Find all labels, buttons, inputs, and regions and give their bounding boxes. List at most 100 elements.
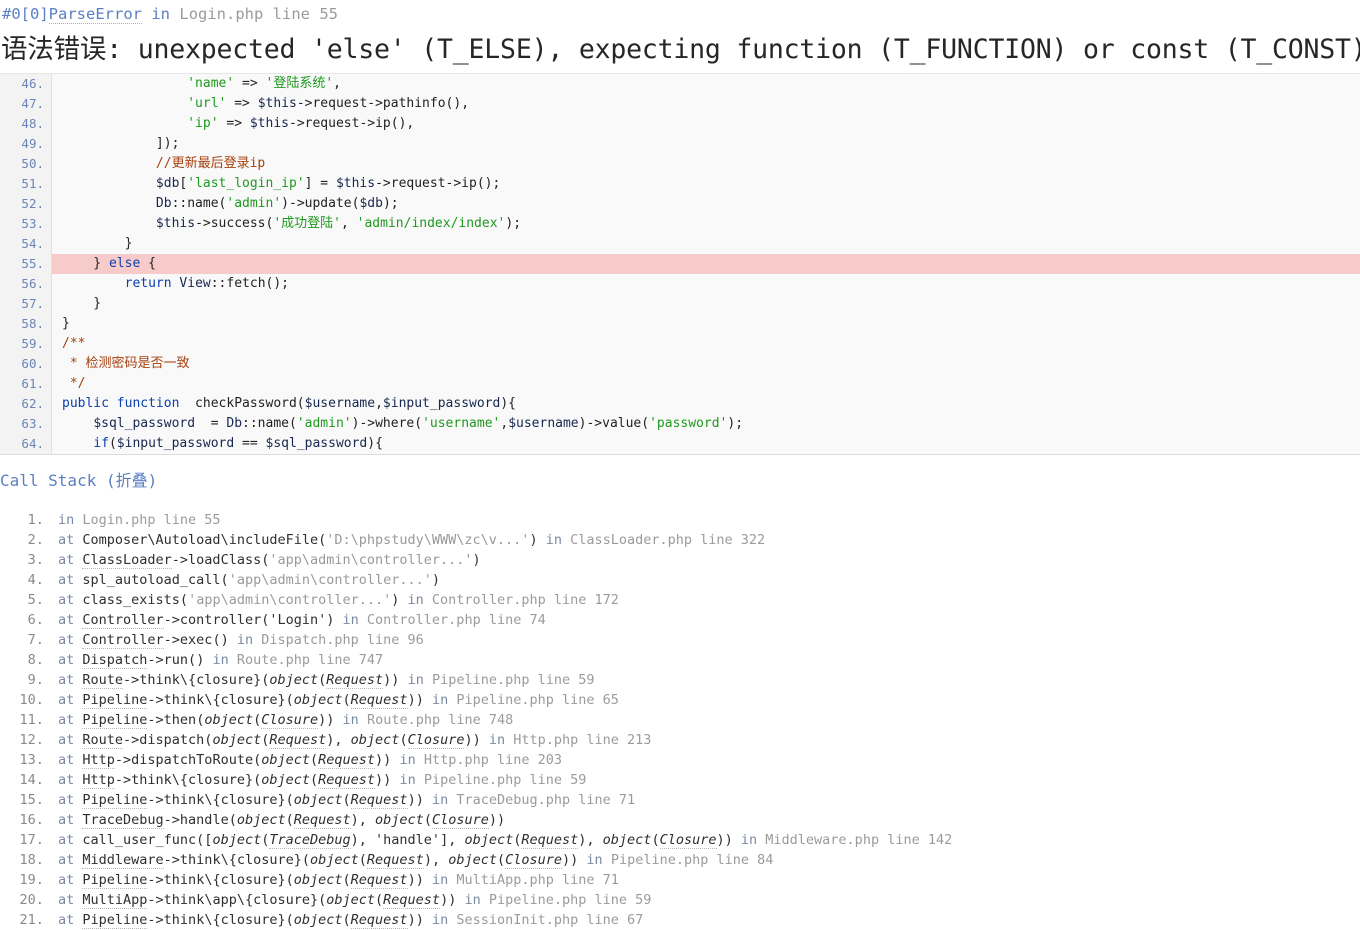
line-number: 52. [0,194,52,214]
call-stack-call: ( [399,732,407,748]
call-stack-call: ( [359,852,367,868]
call-stack-item[interactable]: at Pipeline->think\{closure}(object(Requ… [52,790,1360,810]
call-stack-call: ->handle( [164,812,237,828]
call-stack-item[interactable]: at Pipeline->think\{closure}(object(Requ… [52,870,1360,890]
call-stack-strarg: 'handle' [375,832,440,848]
call-stack-cls: Controller [82,612,163,629]
call-stack-call: )) [408,912,424,928]
code-token-def: { [140,256,156,271]
call-stack-toggle[interactable]: Call Stack (折叠) [0,455,1360,500]
line-source: //更新最后登录ip [52,154,1360,174]
line-source: if($input_password == $sql_password){ [52,434,1360,454]
call-stack-item[interactable]: at TraceDebug->handle(object(Request), o… [52,810,1360,830]
call-stack-item[interactable]: at Middleware->think\{closure}(object(Re… [52,850,1360,870]
call-stack-item[interactable]: at Pipeline->think\{closure}(object(Requ… [52,910,1360,930]
source-code-line: 49. ]); [0,134,1360,154]
call-stack-preposition: at [58,792,82,808]
call-stack-prep: in [391,752,424,768]
call-stack-obj: object [237,812,286,828]
call-stack-strarg: 'Login' [269,612,326,628]
call-stack-call: ->loadClass( [172,552,270,568]
call-stack-obj: object [448,852,497,868]
call-stack-prep: in [424,692,457,708]
call-stack-obj: object [294,872,343,888]
call-stack-call: class_exists( [82,592,188,608]
call-stack-item[interactable]: at Route->think\{closure}(object(Request… [52,670,1360,690]
call-stack-call: ), [351,832,375,848]
call-stack-preposition: at [58,772,82,788]
call-stack-objc: Closure [261,712,318,729]
call-stack-objc: Request [521,832,578,849]
call-stack-call: )) [408,792,424,808]
call-stack-file: Http.php line 213 [513,732,651,748]
call-stack-call: spl_autoload_call( [82,572,228,588]
call-stack-obj: object [294,912,343,928]
line-number: 53. [0,214,52,234]
call-stack-item[interactable]: at Pipeline->think\{closure}(object(Requ… [52,690,1360,710]
call-stack-item[interactable]: at spl_autoload_call('app\admin\controll… [52,570,1360,590]
call-stack-call: ->controller( [164,612,270,628]
call-stack-call: ( [310,752,318,768]
call-stack-call: ->exec() [164,632,229,648]
code-token-def [62,176,156,191]
source-code-line: 60. * 检测密码是否一致 [0,354,1360,374]
call-stack-item[interactable]: at Composer\Autoload\includeFile('D:\php… [52,530,1360,550]
code-token-def: } [62,236,132,251]
code-token-str: 'last_login_ip' [187,176,304,191]
call-stack-prep: in [456,892,489,908]
code-token-def: ); [383,196,399,211]
call-stack-prep: in [399,672,432,688]
code-token-str: '成功登陆' [273,216,341,231]
call-stack-prep: in [334,712,367,728]
call-stack-cls: Http [82,772,115,789]
call-stack-obj: object [351,732,400,748]
call-stack-title-text: Call Stack [0,471,96,490]
call-stack-call: )) [440,892,456,908]
line-number: 57. [0,294,52,314]
code-token-def: => [219,116,250,131]
call-stack-call: ->think\{closure}( [147,792,293,808]
call-stack-item[interactable]: at Dispatch->run() in Route.php line 747 [52,650,1360,670]
call-stack-fold-label[interactable]: (折叠) [106,471,157,490]
call-stack-call: )) [408,872,424,888]
call-stack-file: Pipeline.php line 65 [456,692,619,708]
call-stack-call: ( [310,772,318,788]
call-stack-item[interactable]: at MultiApp->think\app\{closure}(object(… [52,890,1360,910]
call-stack-objc: Request [367,852,424,869]
exception-type[interactable]: ParseError [49,5,142,24]
call-stack-call: ->think\app\{closure}( [147,892,326,908]
call-stack-item[interactable]: at ClassLoader->loadClass('app\admin\con… [52,550,1360,570]
call-stack-item[interactable]: at Route->dispatch(object(Request), obje… [52,730,1360,750]
call-stack-file: Route.php line 748 [367,712,513,728]
call-stack-item[interactable]: at Http->think\{closure}(object(Request)… [52,770,1360,790]
source-code-line: 51. $db['last_login_ip'] = $this->reques… [0,174,1360,194]
call-stack-item[interactable]: at call_user_func([object(TraceDebug), '… [52,830,1360,850]
call-stack-item[interactable]: at class_exists('app\admin\controller...… [52,590,1360,610]
code-token-def: ){ [367,436,383,451]
call-stack-cls: Pipeline [82,792,147,809]
call-stack-call: Composer\Autoload\includeFile( [82,532,326,548]
call-stack-call: call_user_func([ [82,832,212,848]
call-stack-item[interactable]: in Login.php line 55 [52,510,1360,530]
source-code-line: 48. 'ip' => $this->request->ip(), [0,114,1360,134]
call-stack-prep: in [424,792,457,808]
call-stack-preposition: at [58,532,82,548]
call-stack-objc: Closure [408,732,465,749]
code-token-str: 'admin' [226,196,281,211]
code-token-var: $sql_password [266,436,368,451]
call-stack-item[interactable]: at Pipeline->then(object(Closure)) in Ro… [52,710,1360,730]
call-stack-item[interactable]: at Controller->controller('Login') in Co… [52,610,1360,630]
call-stack-item[interactable]: at Controller->exec() in Dispatch.php li… [52,630,1360,650]
call-stack-cls: TraceDebug [82,812,163,829]
call-stack-call: )) [562,852,578,868]
code-token-def: ::name( [242,416,297,431]
call-stack-call: ->think\{closure}( [147,912,293,928]
call-stack-call: ( [651,832,659,848]
call-stack-item[interactable]: at Http->dispatchToRoute(object(Request)… [52,750,1360,770]
code-token-def [62,216,156,231]
call-stack-objc: Request [269,732,326,749]
call-stack-call: ( [343,912,351,928]
line-number: 48. [0,114,52,134]
call-stack-call: ) [529,532,537,548]
call-stack-prep: in [399,592,432,608]
